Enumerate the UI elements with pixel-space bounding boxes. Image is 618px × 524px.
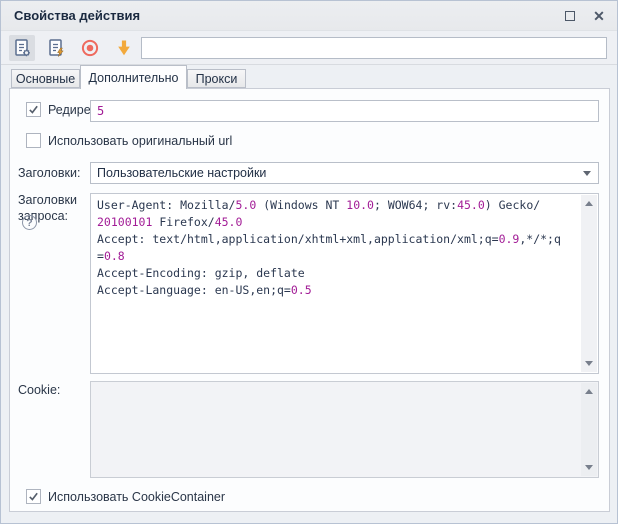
scroll-up-icon[interactable] (585, 389, 593, 394)
check-icon (28, 491, 39, 502)
headers-select[interactable]: Пользовательские настройки (90, 162, 599, 184)
advanced-tab-page: Редирект Использовать оригинальный url З… (9, 88, 610, 512)
toolbar (1, 31, 617, 65)
scroll-up-icon[interactable] (585, 201, 593, 206)
use-original-url-label: Использовать оригинальный url (48, 134, 232, 148)
cookie-textarea[interactable] (90, 381, 599, 478)
vertical-scrollbar[interactable] (581, 195, 597, 372)
download-button[interactable] (111, 35, 137, 61)
titlebar: Свойства действия ✕ (1, 1, 617, 31)
document-lightning-icon (45, 37, 67, 59)
headers-select-value: Пользовательские настройки (97, 166, 266, 180)
scroll-down-icon[interactable] (585, 361, 593, 366)
arrow-down-icon (113, 37, 135, 59)
cookie-label: Cookie: (18, 383, 60, 397)
tab-osnovnye[interactable]: Основные (11, 69, 80, 88)
use-cookie-container-checkbox[interactable] (26, 489, 41, 504)
use-cookie-container-label: Использовать CookieContainer (48, 490, 225, 504)
headers-label: Заголовки: (18, 166, 80, 180)
record-button[interactable] (77, 35, 103, 61)
check-icon (28, 104, 39, 115)
use-original-url-checkbox[interactable] (26, 133, 41, 148)
vertical-scrollbar[interactable] (581, 383, 597, 476)
action-script-button[interactable] (43, 35, 69, 61)
document-gear-icon (11, 37, 33, 59)
toolbar-input[interactable] (141, 37, 607, 59)
redirect-input[interactable] (90, 100, 599, 122)
window-title: Свойства действия (14, 8, 140, 23)
maximize-icon (565, 11, 575, 21)
close-button[interactable]: ✕ (589, 7, 609, 25)
tab-label: Дополнительно (89, 71, 179, 85)
maximize-button[interactable] (560, 7, 580, 25)
help-icon[interactable]: ? (22, 215, 37, 230)
action-properties-window: Свойства действия ✕ (0, 0, 618, 524)
chevron-down-icon[interactable] (583, 171, 591, 176)
scroll-down-icon[interactable] (585, 465, 593, 470)
tab-label: Основные (16, 72, 75, 86)
cookie-text (91, 384, 581, 475)
request-headers-text: User-Agent: Mozilla/5.0 (Windows NT 10.0… (91, 196, 581, 371)
tab-dopolnitelno[interactable]: Дополнительно (80, 65, 187, 89)
close-icon: ✕ (593, 8, 605, 25)
tab-label: Прокси (196, 72, 238, 86)
request-headers-textarea[interactable]: User-Agent: Mozilla/5.0 (Windows NT 10.0… (90, 193, 599, 374)
record-circle-icon (79, 37, 101, 59)
tab-proksi[interactable]: Прокси (187, 69, 246, 88)
redirect-checkbox[interactable] (26, 102, 41, 117)
action-properties-button[interactable] (9, 35, 35, 61)
